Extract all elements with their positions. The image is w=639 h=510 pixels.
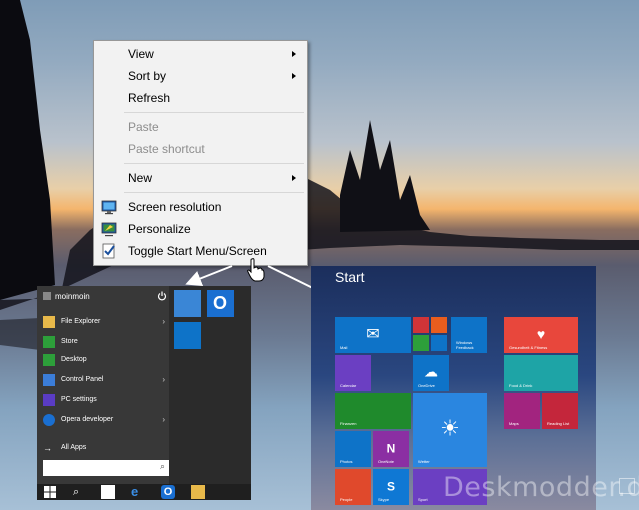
tile-finanzen[interactable]: Finanzen: [335, 393, 411, 429]
sun-icon: ☀: [440, 415, 460, 441]
start-item-label: PC settings: [61, 396, 97, 403]
tile-onedrive[interactable]: ☁ OneDrive: [413, 355, 449, 391]
tile-gesundheit-fitness[interactable]: ♥ Gesundheit & Fitness: [504, 317, 578, 353]
skype-icon: S: [386, 479, 396, 494]
tile-maps[interactable]: Maps: [504, 393, 540, 429]
onenote-icon: N: [386, 441, 396, 456]
tile-label: OneNote: [378, 459, 395, 464]
tile-label: Mail: [340, 345, 348, 350]
start-item-label: Opera developer: [61, 416, 114, 423]
tile-app-icon[interactable]: [174, 322, 201, 349]
tile-skype[interactable]: S Skype: [373, 469, 409, 505]
watermark-text: Deskmodder.de: [443, 472, 639, 503]
start-item-store[interactable]: Store: [43, 334, 169, 350]
chevron-right-icon: ›: [162, 375, 165, 384]
tile-label: Finanzen: [340, 421, 357, 426]
tile-mail[interactable]: ✉ Mail: [335, 317, 411, 353]
folder-icon: [43, 316, 55, 328]
mail-icon: ✉: [366, 326, 380, 343]
user-avatar-icon: [43, 292, 51, 300]
heart-pulse-icon: ♥: [536, 326, 546, 343]
username-label: moinmoin: [55, 292, 90, 301]
tile-windows-feedback[interactable]: Windows Feedback: [451, 317, 487, 353]
file-explorer-icon[interactable]: [191, 485, 205, 499]
user-account[interactable]: moinmoin: [43, 290, 90, 304]
search-icon[interactable]: ⌕: [73, 485, 87, 499]
tile-label: Food & Drink: [509, 383, 533, 388]
chevron-right-icon: ›: [162, 415, 165, 424]
start-search-input[interactable]: ⌕: [43, 460, 169, 476]
tile-people[interactable]: People: [335, 469, 371, 505]
arrow-to-start-menu: [185, 265, 233, 287]
chevron-right-icon: ›: [162, 317, 165, 326]
tile-label: Windows Feedback: [456, 340, 474, 350]
tile-photos[interactable]: Photos: [335, 431, 371, 467]
tile-label: Maps: [509, 421, 519, 426]
tile-label: Sport: [418, 497, 428, 502]
tile-wetter[interactable]: ☀ Wetter: [413, 393, 487, 467]
tile-label: Photos: [340, 459, 353, 464]
opera-icon[interactable]: O: [161, 485, 175, 499]
start-item-control-panel[interactable]: Control Panel ›: [43, 372, 169, 388]
start-item-pc-settings[interactable]: PC settings: [43, 392, 169, 408]
tile-label: OneDrive: [418, 383, 435, 388]
start-menu: moinmoin File Explorer › Store Desktop C…: [37, 286, 251, 500]
internet-explorer-icon[interactable]: e: [131, 485, 145, 499]
tile-label: Calendar: [340, 383, 357, 388]
cloud-icon: ☁: [424, 363, 438, 380]
tile-label: People: [340, 497, 353, 502]
opera-icon: [43, 414, 55, 426]
tile-music[interactable]: [431, 317, 447, 333]
tile-calendar[interactable]: Calendar: [335, 355, 371, 391]
start-item-label: Control Panel: [61, 376, 104, 383]
start-item-label: File Explorer: [61, 318, 101, 325]
taskbar: ⌕ e O: [37, 484, 251, 500]
tile-games[interactable]: [413, 335, 429, 351]
arrow-right-icon: →: [43, 443, 52, 453]
tile-reading-list[interactable]: Reading List: [542, 393, 578, 429]
tile-camera[interactable]: [431, 335, 447, 351]
store-icon: [43, 336, 55, 348]
start-screen-title: Start: [335, 269, 365, 285]
power-icon[interactable]: [157, 291, 167, 301]
start-item-label: Store: [61, 338, 78, 345]
tile-food-drink[interactable]: Food & Drink: [504, 355, 578, 391]
hand-cursor-icon: [247, 258, 265, 282]
resize-grip-icon: [619, 478, 635, 494]
desktop-icon: [43, 354, 55, 366]
start-item-desktop[interactable]: Desktop: [43, 352, 169, 368]
tile-opera-icon[interactable]: O: [207, 290, 234, 317]
start-item-opera-developer[interactable]: Opera developer ›: [43, 412, 169, 428]
tile-label: Gesundheit & Fitness: [509, 345, 548, 350]
tile-label: Wetter: [418, 459, 430, 464]
task-view-icon[interactable]: [101, 485, 115, 499]
tile-paint-icon[interactable]: [174, 290, 201, 317]
tile-label: Reading List: [547, 421, 570, 426]
all-apps-label: All Apps: [61, 444, 87, 451]
tile-label: Skype: [378, 497, 390, 502]
tile-onenote[interactable]: N OneNote: [373, 431, 409, 467]
tile-video[interactable]: [413, 317, 429, 333]
start-item-file-explorer[interactable]: File Explorer ›: [43, 314, 169, 330]
search-icon: ⌕: [159, 461, 165, 471]
gear-icon: [43, 394, 55, 406]
opera-icon: O: [213, 293, 228, 313]
control-panel-icon: [43, 374, 55, 386]
windows-start-icon[interactable]: [43, 485, 57, 499]
start-item-label: Desktop: [61, 356, 87, 363]
all-apps-link[interactable]: → All Apps: [43, 440, 169, 456]
